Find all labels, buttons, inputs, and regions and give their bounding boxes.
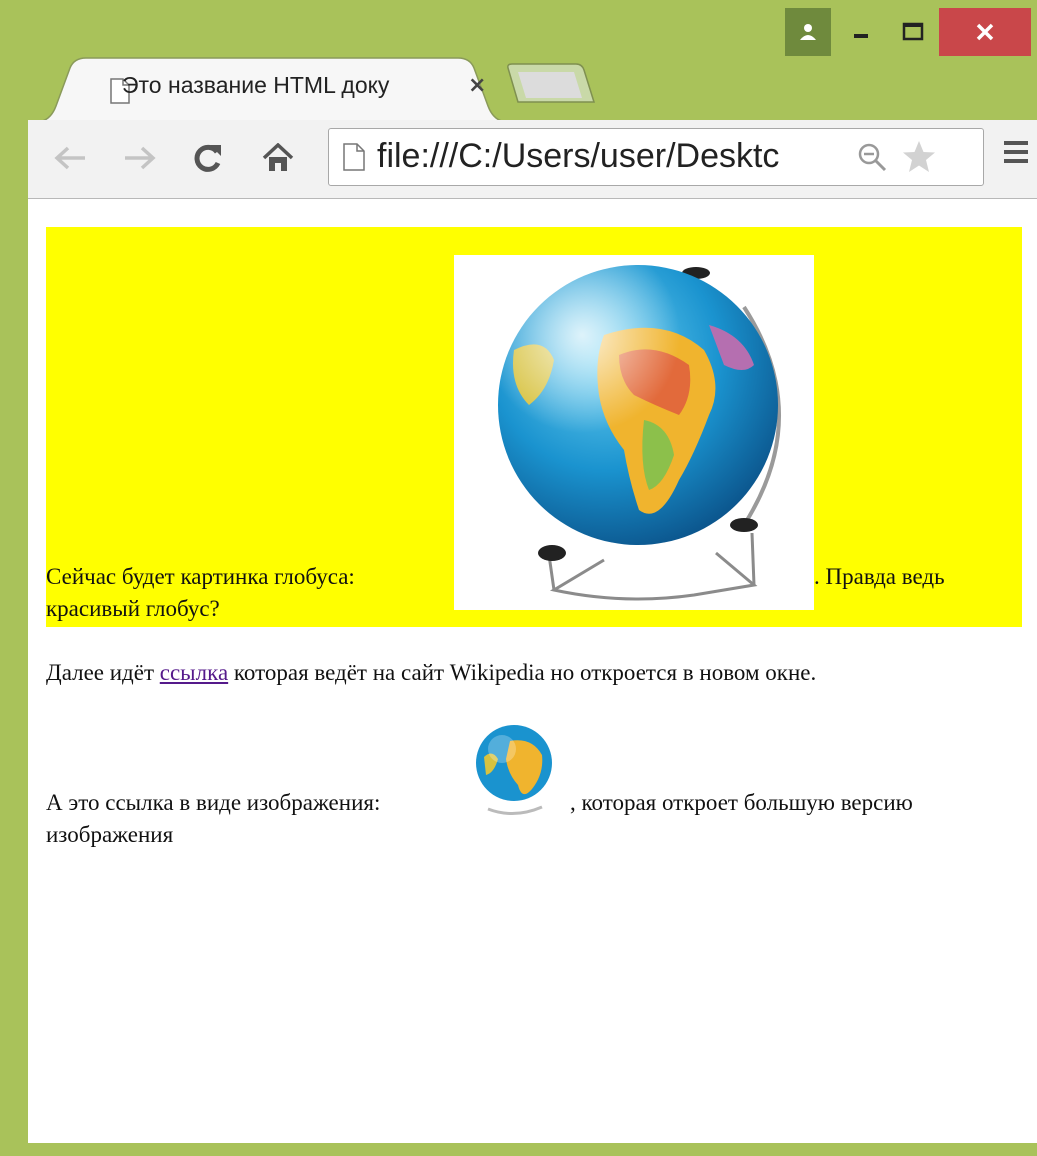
zoom-icon[interactable] (857, 142, 887, 172)
page-icon (343, 143, 365, 171)
caption-after: . Правда ведь (814, 564, 945, 589)
page-viewport: Сейчас будет картинка глобуса: . Правда … (28, 199, 1037, 1143)
para2-after: , которая откроет большую версию (570, 790, 913, 815)
highlighted-paragraph: Сейчас будет картинка глобуса: . Правда … (46, 227, 1022, 627)
tab-close-button[interactable]: × (468, 73, 486, 98)
url-text[interactable]: file:///C:/Users/user/Desktc (377, 137, 857, 176)
back-arrow-icon[interactable] (46, 134, 94, 182)
new-tab-button[interactable] (504, 62, 596, 104)
maximize-icon[interactable] (887, 8, 939, 56)
globe-image (454, 255, 814, 610)
close-icon[interactable] (939, 8, 1031, 56)
minimize-icon[interactable] (835, 8, 887, 56)
para2-line2: изображения (46, 822, 174, 847)
para2-before: А это ссылка в виде изображения: (46, 790, 381, 815)
toolbar: file:///C:/Users/user/Desktc (28, 120, 1037, 199)
tab-title-fade (428, 70, 468, 104)
user-icon[interactable] (785, 8, 831, 56)
window-controls (785, 8, 1031, 56)
globe-thumbnail[interactable] (470, 719, 570, 829)
address-bar[interactable]: file:///C:/Users/user/Desktc (328, 128, 984, 186)
caption-line2: красивый глобус? (46, 596, 220, 621)
paragraph-link-line: Далее идёт ссылка которая ведёт на сайт … (46, 659, 816, 687)
wikipedia-link[interactable]: ссылка (160, 660, 228, 685)
para1-before: Далее идёт (46, 660, 155, 685)
browser-window: Это название HTML доку × file:///C:/User… (0, 0, 1037, 1156)
menu-icon[interactable] (1002, 138, 1030, 166)
forward-arrow-icon[interactable] (116, 134, 164, 182)
tab-active[interactable]: Это название HTML доку × (36, 56, 508, 122)
caption-before: Сейчас будет картинка глобуса: (46, 564, 355, 589)
para1-after: которая ведёт на сайт Wikipedia но откро… (233, 660, 817, 685)
home-icon[interactable] (254, 134, 302, 182)
reload-icon[interactable] (184, 134, 232, 182)
star-icon[interactable] (901, 139, 937, 175)
